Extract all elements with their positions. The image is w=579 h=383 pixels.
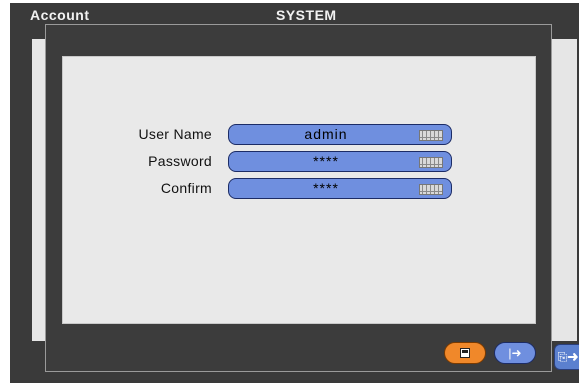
keyboard-icon[interactable] (419, 156, 443, 168)
save-button[interactable] (444, 342, 486, 364)
confirm-field[interactable]: **** (228, 177, 452, 199)
username-field[interactable]: admin (228, 123, 452, 145)
username-label: User Name (138, 126, 212, 142)
username-value: admin (304, 126, 348, 142)
save-icon (460, 348, 470, 358)
password-row: Password **** (63, 150, 452, 172)
keyboard-icon[interactable] (419, 129, 443, 141)
password-label: Password (148, 153, 212, 169)
confirm-value: **** (313, 180, 339, 196)
exit-button[interactable]: |➜ (494, 342, 536, 364)
confirm-row: Confirm **** (63, 177, 452, 199)
exit-arrow-icon: ⎘➜ (557, 349, 579, 364)
confirm-label: Confirm (160, 180, 212, 196)
password-field[interactable]: **** (228, 150, 452, 172)
exit-arrow-icon: |➜ (508, 346, 522, 360)
password-value: **** (313, 153, 339, 169)
system-exit-button[interactable]: ⎘➜ (554, 344, 579, 370)
keyboard-icon[interactable] (419, 183, 443, 195)
account-dialog-panel: User Name admin Password **** Confirm **… (62, 56, 536, 324)
system-window-left-title: Account (30, 7, 90, 23)
username-row: User Name admin (63, 123, 452, 145)
system-window-title: SYSTEM (276, 7, 337, 23)
account-dialog: User Name admin Password **** Confirm **… (45, 24, 552, 372)
